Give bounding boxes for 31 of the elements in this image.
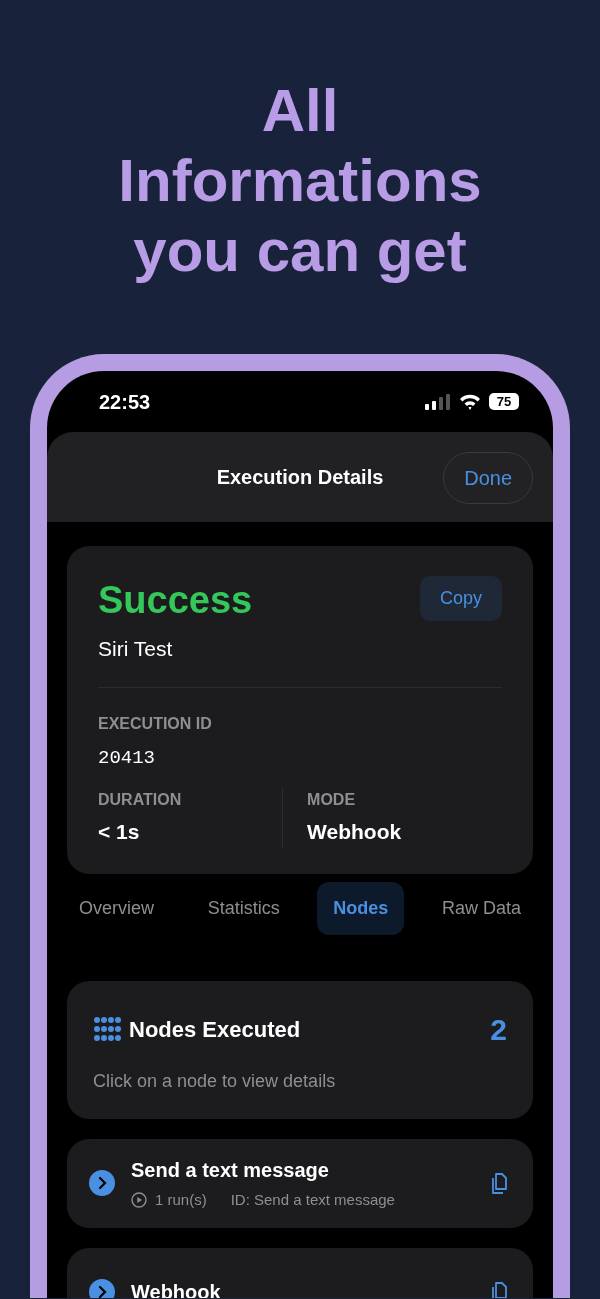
- field-label: EXECUTION ID: [98, 713, 213, 734]
- stat-label: DURATION: [98, 790, 183, 810]
- run-count: 1 run(s): [155, 1189, 207, 1210]
- sheet-title: Execution Details: [216, 465, 384, 490]
- clock: 22:53: [99, 389, 151, 415]
- grid-icon: [93, 1016, 121, 1042]
- tab[interactable]: Overview: [63, 881, 170, 935]
- section-title: Nodes Executed: [129, 1015, 301, 1044]
- signal-icon: [425, 393, 451, 410]
- hint-text: Click on a node to view details: [93, 1069, 337, 1093]
- wifi-icon: [459, 393, 481, 410]
- play-icon: [131, 1192, 147, 1208]
- stat-value: < 1s: [98, 819, 141, 845]
- tab[interactable]: Statistics: [191, 881, 296, 935]
- field-value: 20413: [98, 745, 156, 771]
- node-id: ID: Send a text message: [230, 1189, 395, 1210]
- tab[interactable]: Raw Data: [425, 881, 537, 935]
- copy-button[interactable]: Copy: [419, 576, 502, 621]
- node-name: Send a text message: [131, 1157, 330, 1183]
- done-button[interactable]: Done: [443, 452, 533, 504]
- status-text: Success: [98, 578, 253, 623]
- stat-value: Webhook: [307, 819, 403, 845]
- workflow-name: Siri Test: [98, 636, 174, 662]
- stat-label: MODE: [307, 790, 357, 810]
- battery-indicator: 75: [489, 393, 519, 410]
- node-row[interactable]: Send a text message 1 run(s) ID: Send a text message: [67, 1138, 533, 1228]
- chevron-icon: [89, 1279, 115, 1298]
- chevron-icon: [89, 1170, 115, 1196]
- headline: All Informations you can get: [117, 76, 483, 286]
- tab[interactable]: Nodes: [317, 881, 405, 935]
- node-count: 2: [490, 1011, 507, 1048]
